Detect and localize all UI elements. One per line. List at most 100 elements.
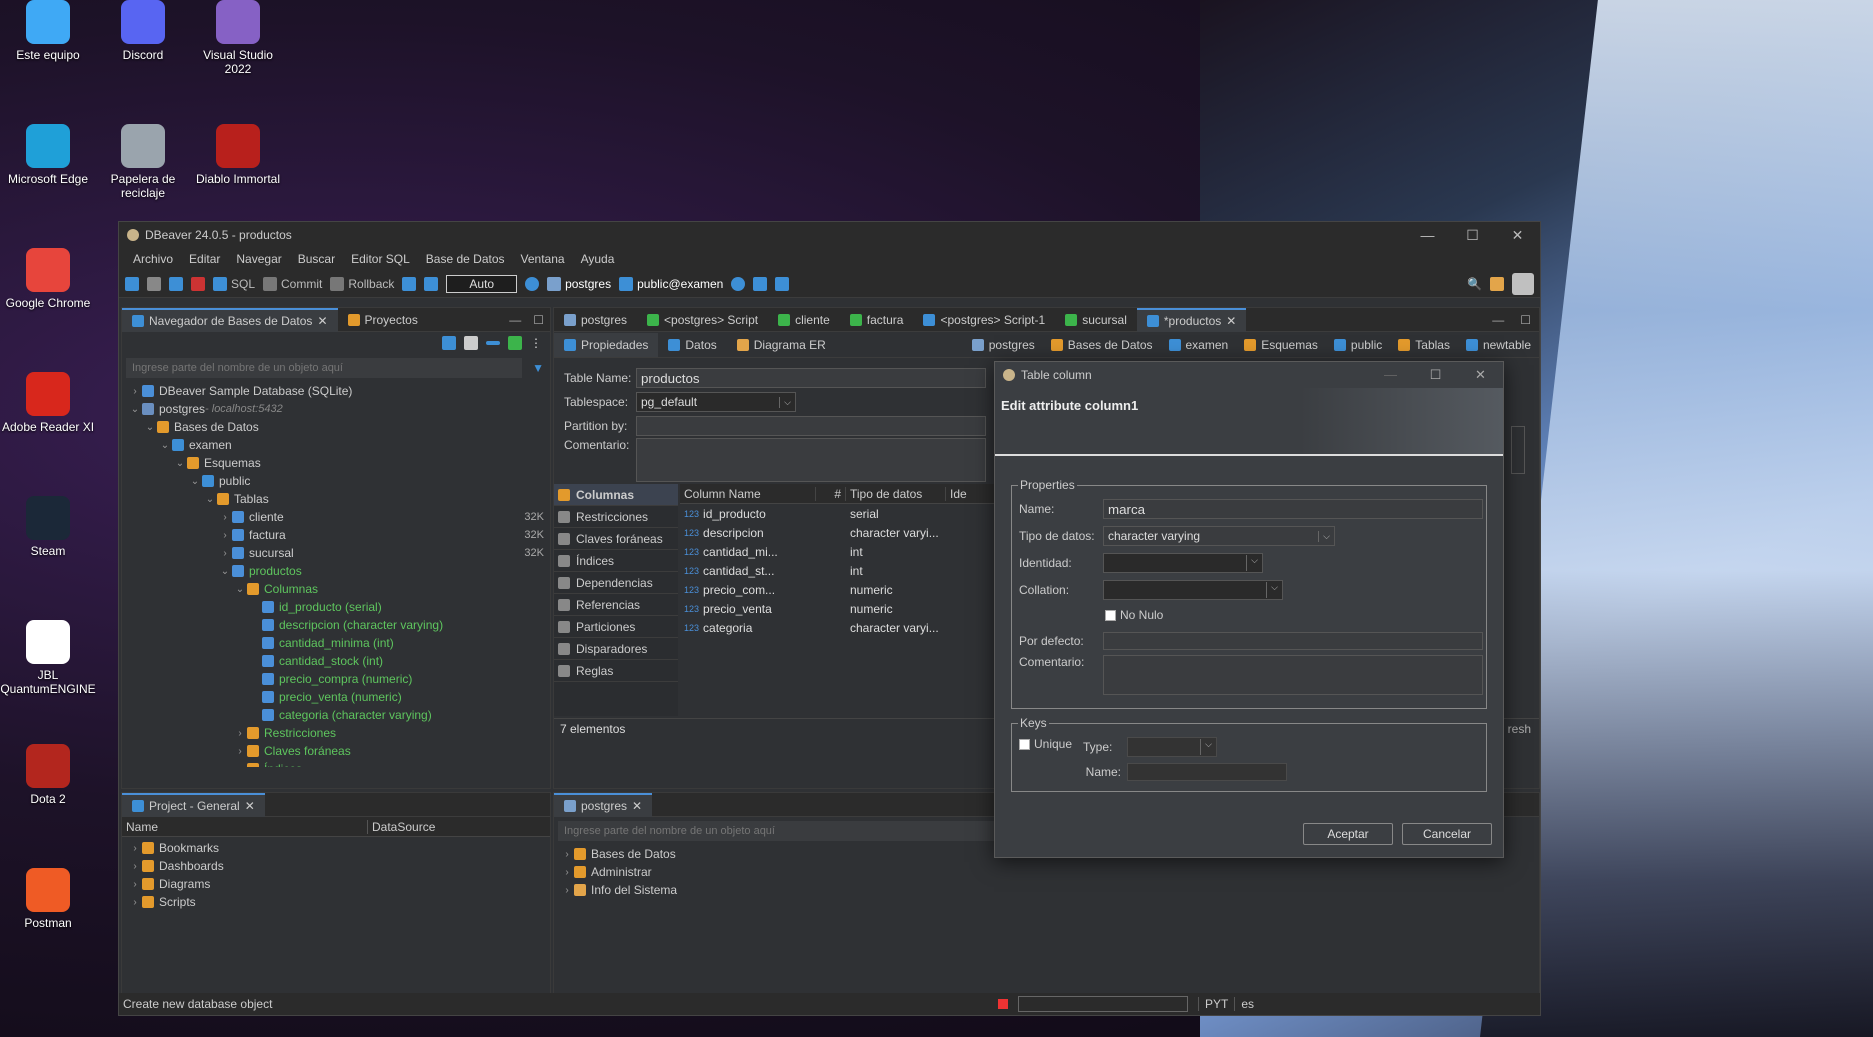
editor-tab[interactable]: <postgres> Script <box>637 308 768 332</box>
menu-item[interactable]: Ventana <box>513 252 573 266</box>
chevron-right-icon[interactable]: › <box>560 849 574 860</box>
editor-tab[interactable]: sucursal <box>1055 308 1137 332</box>
identity-select[interactable]: ⌵ <box>1103 553 1263 573</box>
desktop-icon[interactable]: Microsoft Edge <box>0 124 96 186</box>
rollback-button[interactable]: Rollback <box>330 276 394 291</box>
search-toolbar-icon[interactable] <box>775 276 790 291</box>
table-row[interactable]: 123 precio_venta numeric <box>680 599 1010 618</box>
desktop-icon[interactable]: Google Chrome <box>0 248 96 310</box>
active-schema-selector[interactable]: public@examen <box>619 276 723 291</box>
not-null-check[interactable] <box>1105 609 1116 621</box>
breadcrumb-item[interactable]: newtable <box>1458 333 1539 357</box>
chevron-down-icon[interactable]: ⌄ <box>218 566 232 577</box>
properties-section[interactable]: Índices <box>554 550 678 572</box>
editor-tab[interactable]: factura <box>840 308 914 332</box>
editor-tab[interactable]: <postgres> Script-1 <box>913 308 1055 332</box>
breadcrumb-item[interactable]: public <box>1326 333 1390 357</box>
breadcrumb-item[interactable]: postgres <box>964 333 1043 357</box>
close-icon[interactable]: ✕ <box>1458 367 1503 383</box>
transaction-mode-box[interactable]: Auto <box>446 274 518 293</box>
tree-node[interactable]: › cliente 32K <box>128 508 550 526</box>
new-connection-icon[interactable] <box>125 276 139 291</box>
tree-node[interactable]: › sucursal 32K <box>128 544 550 562</box>
breadcrumb-item[interactable]: Tablas <box>1390 333 1458 357</box>
tree-node[interactable]: ⌄ Bases de Datos <box>128 418 550 436</box>
partition-input[interactable] <box>636 416 986 436</box>
desktop-icon[interactable]: JBL QuantumENGINE <box>0 620 96 696</box>
tree-node[interactable]: › factura 32K <box>128 526 550 544</box>
desktop-icon[interactable]: Papelera de reciclaje <box>95 124 191 200</box>
chevron-right-icon[interactable]: › <box>233 764 247 768</box>
collapse-all-icon[interactable] <box>486 341 500 345</box>
key-name-input[interactable] <box>1127 763 1287 781</box>
col-header-identity[interactable]: Ide <box>946 487 967 501</box>
minimize-icon[interactable]: — <box>1405 227 1450 244</box>
properties-section[interactable]: Disparadores <box>554 638 678 660</box>
close-tab-icon[interactable]: ✕ <box>245 799 255 813</box>
breadcrumb-item[interactable]: Bases de Datos <box>1043 333 1161 357</box>
project-item[interactable]: › Scripts <box>128 893 550 911</box>
chevron-right-icon[interactable]: › <box>233 746 247 757</box>
tree-node[interactable]: ⌄ public <box>128 472 550 490</box>
desktop-icon[interactable]: Steam <box>0 496 96 558</box>
chevron-right-icon[interactable]: › <box>560 867 574 878</box>
new-folder-icon[interactable] <box>464 336 478 350</box>
unique-check[interactable] <box>1019 738 1030 750</box>
col-header-type[interactable]: Tipo de datos <box>846 486 946 501</box>
menu-item[interactable]: Archivo <box>125 252 181 266</box>
perspective-icon[interactable] <box>1490 276 1504 291</box>
menu-item[interactable]: Editor SQL <box>343 252 418 266</box>
tree-node[interactable]: cantidad_stock (int) <box>128 652 550 670</box>
lock-icon[interactable] <box>424 276 439 291</box>
desktop-icon[interactable]: Adobe Reader XI <box>0 372 96 434</box>
network-icon[interactable] <box>753 276 768 291</box>
chevron-right-icon[interactable]: › <box>233 728 247 739</box>
disconnect-icon[interactable] <box>169 276 183 291</box>
maximize-icon[interactable]: ☐ <box>527 313 550 327</box>
properties-section[interactable]: Restricciones <box>554 506 678 528</box>
stop-icon[interactable] <box>191 276 205 291</box>
tree-node[interactable]: ⌄ Tablas <box>128 490 550 508</box>
col-header-name[interactable]: Column Name <box>680 486 816 501</box>
project-item[interactable]: › Dashboards <box>128 857 550 875</box>
tree-node[interactable]: precio_venta (numeric) <box>128 688 550 706</box>
tree-node[interactable]: ⌄ postgres - localhost:5432 <box>128 400 550 418</box>
tab-navigator[interactable]: Navegador de Bases de Datos ✕ <box>122 307 338 332</box>
menu-item[interactable]: Editar <box>181 252 228 266</box>
table-row[interactable]: 123 categoria character varyi... <box>680 618 1010 637</box>
properties-section[interactable]: Dependencias <box>554 572 678 594</box>
chevron-right-icon[interactable]: › <box>128 897 142 908</box>
column-comment-input[interactable] <box>1103 655 1483 695</box>
chevron-right-icon[interactable]: › <box>218 530 232 541</box>
chevron-down-icon[interactable]: ⌄ <box>188 476 202 487</box>
breadcrumb-item[interactable]: examen <box>1161 333 1237 357</box>
tree-node[interactable]: cantidad_minima (int) <box>128 634 550 652</box>
chevron-down-icon[interactable]: ⌄ <box>203 494 217 505</box>
editor-subtab[interactable]: Datos <box>658 333 726 357</box>
tree-node[interactable]: ⌄ examen <box>128 436 550 454</box>
global-search-icon[interactable]: 🔍 <box>1467 277 1482 291</box>
properties-section[interactable]: Columnas <box>554 484 678 506</box>
chevron-down-icon[interactable]: ⌄ <box>173 458 187 469</box>
project-item[interactable]: › Diagrams <box>128 875 550 893</box>
filter-icon[interactable]: ▼ <box>526 361 550 375</box>
collation-select[interactable]: ⌵ <box>1103 580 1283 600</box>
menu-item[interactable]: Navegar <box>228 252 289 266</box>
navigator-filter-input[interactable] <box>126 358 523 378</box>
desktop-icon[interactable]: Dota 2 <box>0 744 96 806</box>
close-tab-icon[interactable]: ✕ <box>1226 314 1236 328</box>
properties-section[interactable]: Referencias <box>554 594 678 616</box>
chevron-right-icon[interactable]: › <box>560 885 574 896</box>
table-name-input[interactable] <box>636 368 986 388</box>
chevron-right-icon[interactable]: › <box>218 512 232 523</box>
error-log-icon[interactable] <box>997 999 1008 1009</box>
menu-item[interactable]: Ayuda <box>573 252 623 266</box>
chevron-right-icon[interactable]: › <box>218 548 232 559</box>
properties-section[interactable]: Claves foráneas <box>554 528 678 550</box>
table-row[interactable]: 123 precio_com... numeric <box>680 580 1010 599</box>
refresh-button[interactable]: resh <box>1508 722 1539 736</box>
bottom-filter-input[interactable] <box>558 821 998 841</box>
tree-node[interactable]: › DBeaver Sample Database (SQLite) <box>128 382 550 400</box>
maximize-icon[interactable]: ☐ <box>1413 367 1458 383</box>
tree-node[interactable]: descripcion (character varying) <box>128 616 550 634</box>
